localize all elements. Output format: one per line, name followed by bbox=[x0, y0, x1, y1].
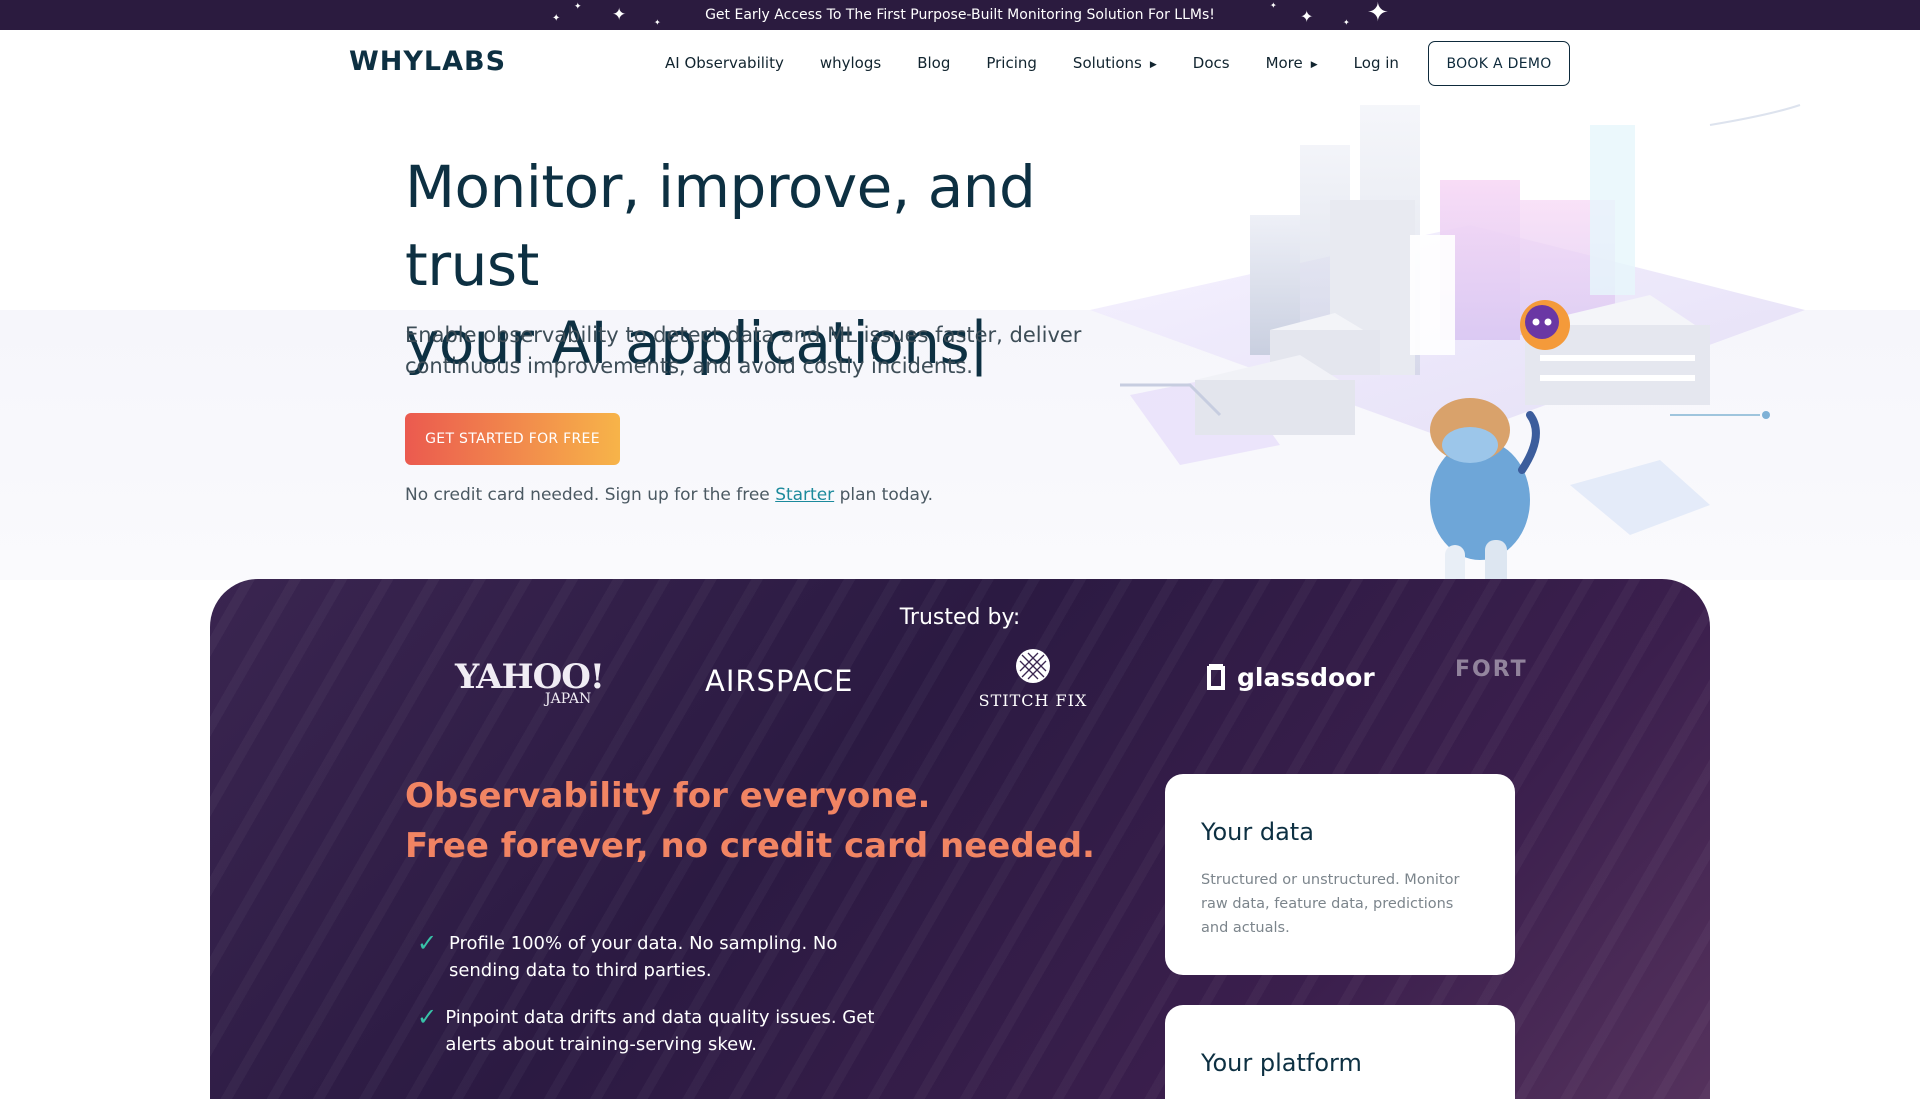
observability-title-line2: Free forever, no credit card needed. bbox=[405, 826, 1095, 866]
trusted-by-label: Trusted by: bbox=[899, 605, 1021, 630]
card-title: Your data bbox=[1201, 818, 1314, 846]
checkmark-icon: ✓ bbox=[417, 929, 438, 957]
sparkle-icon: ✦ bbox=[1343, 18, 1350, 27]
glassdoor-text: glassdoor bbox=[1237, 662, 1375, 692]
nav-blog[interactable]: Blog bbox=[917, 54, 950, 72]
observability-title: Observability for everyone. Free forever… bbox=[405, 771, 1105, 871]
observability-title-line1: Observability for everyone. bbox=[405, 776, 931, 816]
feature-text: Pinpoint data drifts and data quality is… bbox=[445, 1007, 875, 1055]
sparkle-icon: ✦ bbox=[1367, 0, 1389, 28]
nav-solutions[interactable]: Solutions ▶ bbox=[1073, 54, 1157, 72]
nav-ai-observability[interactable]: AI Observability bbox=[665, 54, 784, 72]
stitch-fix-text: STITCH FIX bbox=[978, 691, 1088, 710]
announcement-text[interactable]: Get Early Access To The First Purpose-Bu… bbox=[705, 7, 1215, 23]
no-credit-card-note: No credit card needed. Sign up for the f… bbox=[405, 485, 933, 505]
sparkle-icon: ✦ bbox=[612, 5, 627, 25]
fortune-logo: FORT bbox=[1455, 657, 1528, 682]
feature-item: ✓ Pinpoint data drifts and data quality … bbox=[405, 1004, 905, 1058]
checkmark-icon: ✓ bbox=[417, 1003, 438, 1031]
airspace-logo: AIRSPACE bbox=[705, 664, 854, 698]
hero-illustration bbox=[1090, 104, 1805, 605]
stitch-fix-mark-icon bbox=[1016, 649, 1050, 683]
caret-right-icon: ▶ bbox=[1149, 60, 1157, 70]
trusted-section: Trusted by: YAHOO! JAPAN AIRSPACE STITCH… bbox=[210, 579, 1710, 1099]
announcement-bar[interactable]: ✦ ✦ ✦ ✦ Get Early Access To The First Pu… bbox=[0, 0, 1920, 30]
nav-whylogs[interactable]: whylogs bbox=[820, 54, 881, 72]
sparkle-icon: ✦ bbox=[574, 2, 582, 12]
feature-item: ✓ Profile 100% of your data. No sampling… bbox=[405, 930, 905, 984]
get-started-button[interactable]: GET STARTED FOR FREE bbox=[405, 413, 620, 465]
whylabs-logo[interactable]: WHYLABS bbox=[349, 46, 506, 77]
book-demo-button[interactable]: BOOK A DEMO bbox=[1428, 41, 1570, 86]
your-data-card[interactable]: Your data Structured or unstructured. Mo… bbox=[1165, 774, 1515, 975]
your-platform-card[interactable]: Your platform bbox=[1165, 1005, 1515, 1099]
nav-pricing[interactable]: Pricing bbox=[986, 54, 1037, 72]
note-suffix: plan today. bbox=[834, 485, 934, 505]
note-prefix: No credit card needed. Sign up for the f… bbox=[405, 485, 776, 505]
sparkle-icon: ✦ bbox=[552, 13, 561, 24]
glassdoor-mark-icon bbox=[1207, 664, 1225, 690]
feature-text: Profile 100% of your data. No sampling. … bbox=[448, 933, 838, 981]
nav-docs[interactable]: Docs bbox=[1193, 54, 1230, 72]
caret-right-icon: ▶ bbox=[1310, 60, 1318, 70]
sparkle-icon: ✦ bbox=[654, 18, 661, 27]
sparkle-icon: ✦ bbox=[1300, 7, 1314, 26]
card-text: Structured or unstructured. Monitor raw … bbox=[1201, 872, 1460, 936]
yahoo-japan-logo: YAHOO! JAPAN bbox=[455, 657, 605, 707]
starter-plan-link[interactable]: Starter bbox=[775, 485, 834, 505]
glassdoor-logo: glassdoor bbox=[1205, 662, 1375, 692]
nav-login[interactable]: Log in bbox=[1354, 54, 1399, 72]
hero-subtitle: Enable observability to detect data and … bbox=[405, 323, 1082, 378]
hero-title-line1: Monitor, improve, and trust bbox=[405, 153, 1036, 299]
sparkle-icon: ✦ bbox=[1270, 1, 1277, 10]
nav-more[interactable]: More ▶ bbox=[1266, 54, 1318, 72]
stitch-fix-logo: STITCH FIX bbox=[978, 647, 1088, 710]
card-title: Your platform bbox=[1201, 1049, 1362, 1077]
